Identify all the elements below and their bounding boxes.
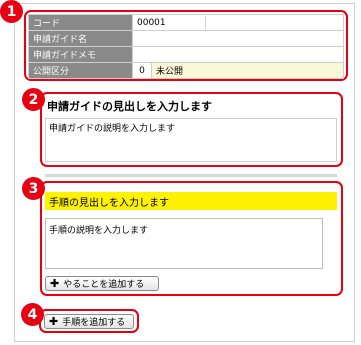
table-row: コード 00001 (28, 14, 344, 31)
table-row: 申請ガイドメモ (28, 46, 344, 63)
guide-memo-field[interactable] (132, 46, 344, 63)
guide-description[interactable]: 申請ガイドの説明を入力します (45, 118, 337, 162)
table-row: 申請ガイド名 (28, 30, 344, 47)
step-description[interactable]: 手順の説明を入力します (45, 218, 323, 269)
guide-info-table: コード 00001 申請ガイド名 申請ガイドメモ 公開区分 0 未公開 (28, 14, 344, 79)
section-divider (45, 174, 337, 177)
plus-icon: ✚ (50, 277, 60, 290)
plus-icon: ✚ (49, 315, 59, 328)
badge-4: 4 (21, 303, 44, 326)
code-value: 00001 (132, 14, 344, 31)
public-value[interactable]: 0 (132, 62, 152, 79)
guide-name-field[interactable] (132, 30, 344, 47)
guide-name-label: 申請ガイド名 (28, 30, 133, 47)
public-label: 公開区分 (28, 62, 133, 79)
table-row: 公開区分 0 未公開 (28, 62, 344, 79)
add-step-button[interactable]: ✚ 手順を追加する (44, 314, 134, 329)
add-step-label: 手順を追加する (62, 318, 126, 328)
add-todo-button[interactable]: ✚ やることを追加する (45, 276, 159, 291)
code-label: コード (28, 14, 133, 31)
step-title[interactable]: 手順の見出しを入力します (45, 192, 337, 210)
badge-3: 3 (22, 177, 45, 200)
badge-2: 2 (22, 88, 45, 111)
public-status: 未公開 (151, 62, 344, 79)
guide-memo-label: 申請ガイドメモ (28, 46, 133, 63)
guide-title[interactable]: 申請ガイドの見出しを入力します (47, 98, 337, 114)
add-todo-label: やることを追加する (63, 280, 145, 290)
badge-1: 1 (0, 0, 23, 23)
divider (204, 16, 206, 29)
code-value-text: 00001 (137, 18, 166, 28)
